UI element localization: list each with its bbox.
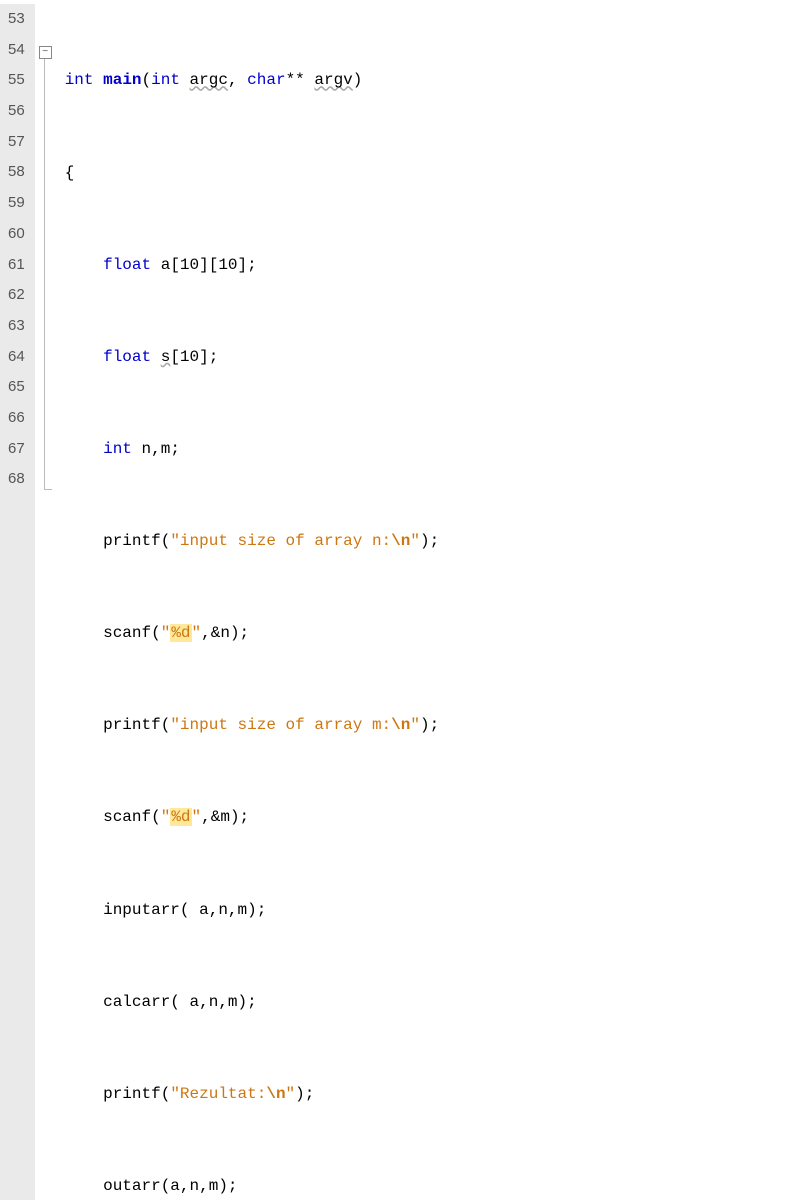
code-line: printf("input size of array n:\n");: [65, 526, 439, 557]
line-number: 61: [8, 250, 25, 281]
keyword-float: float: [103, 348, 151, 366]
escape-newline: \n: [391, 716, 410, 734]
escape-newline: \n: [266, 1085, 285, 1103]
code-line: printf("input size of array m:\n");: [65, 710, 439, 741]
brace-open: {: [65, 164, 75, 182]
fold-toggle[interactable]: −: [39, 46, 52, 59]
code-line: outarr(a,n,m);: [65, 1171, 439, 1200]
keyword-int: int: [103, 440, 132, 458]
var-s: s: [161, 348, 171, 366]
line-number: 58: [8, 157, 25, 188]
line-number: 66: [8, 403, 25, 434]
code-line: scanf("%d",&n);: [65, 618, 439, 649]
code-line: scanf("%d",&m);: [65, 802, 439, 833]
param-argc: argc: [190, 71, 228, 89]
code-line: float a[10][10];: [65, 250, 439, 281]
code-line: int main(int argc, char** argv): [65, 65, 439, 96]
code-line: float s[10];: [65, 342, 439, 373]
line-number: 67: [8, 434, 25, 465]
scanf-args: ,&m);: [201, 808, 249, 826]
call-inputarr: inputarr( a,n,m);: [103, 901, 266, 919]
line-number: 64: [8, 342, 25, 373]
code-line: calcarr( a,n,m);: [65, 987, 439, 1018]
code-editor: 53 54 55 56 57 58 59 60 61 62 63 64 65 6…: [0, 0, 800, 1200]
code-line: printf("Rezultat:\n");: [65, 1079, 439, 1110]
code-area[interactable]: int main(int argc, char** argv) { float …: [59, 4, 439, 1200]
call-calcarr: calcarr( a,n,m);: [103, 993, 257, 1011]
code-line: {: [65, 158, 439, 189]
line-number: 57: [8, 127, 25, 158]
line-number: 55: [8, 65, 25, 96]
line-number: 65: [8, 372, 25, 403]
string-literal: Rezultat:: [180, 1085, 266, 1103]
fold-guide-line: [44, 59, 45, 489]
keyword-float: float: [103, 256, 151, 274]
call-outarr: outarr(a,n,m);: [103, 1177, 237, 1195]
code-line: inputarr( a,n,m);: [65, 895, 439, 926]
decl-nm: n,m;: [132, 440, 180, 458]
decl-s-tail: [10];: [170, 348, 218, 366]
escape-newline: \n: [391, 532, 410, 550]
line-number: 56: [8, 96, 25, 127]
function-main: main: [103, 71, 141, 89]
scanf-args: ,&n);: [201, 624, 249, 642]
line-number: 63: [8, 311, 25, 342]
fn-printf: printf: [103, 1085, 161, 1103]
format-specifier: %d: [170, 624, 191, 642]
fn-printf: printf: [103, 532, 161, 550]
line-number: 62: [8, 280, 25, 311]
fn-scanf: scanf: [103, 808, 151, 826]
fold-guide-end: [44, 489, 52, 490]
decl-a: a[10][10];: [151, 256, 257, 274]
code-line: int n,m;: [65, 434, 439, 465]
param-argv: argv: [314, 71, 352, 89]
line-number: 54: [8, 35, 25, 66]
string-literal: input size of array n:: [180, 532, 391, 550]
format-specifier: %d: [170, 808, 191, 826]
fold-column: −: [35, 4, 59, 1200]
string-literal: input size of array m:: [180, 716, 391, 734]
keyword-int: int: [151, 71, 180, 89]
line-number: 60: [8, 219, 25, 250]
keyword-char: char: [247, 71, 285, 89]
fn-scanf: scanf: [103, 624, 151, 642]
fn-printf: printf: [103, 716, 161, 734]
line-number: 53: [8, 4, 25, 35]
line-number: 68: [8, 464, 25, 495]
keyword-int: int: [65, 71, 94, 89]
line-number: 59: [8, 188, 25, 219]
line-number-gutter: 53 54 55 56 57 58 59 60 61 62 63 64 65 6…: [0, 4, 35, 1200]
